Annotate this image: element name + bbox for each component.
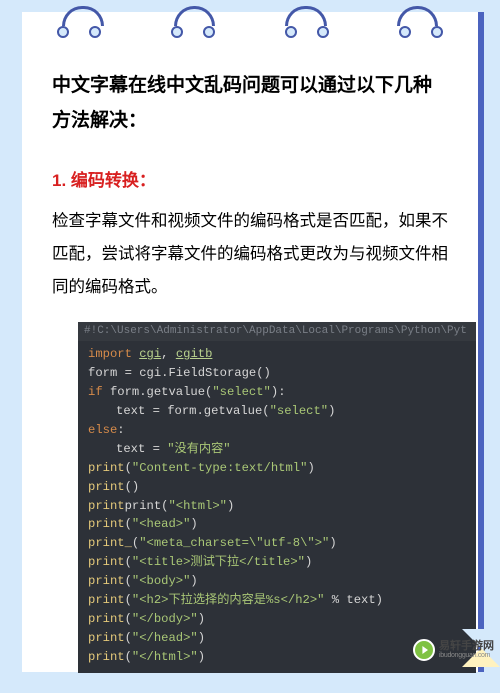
binding-holes [22,26,478,38]
content-area: 中文字幕在线中文乱码问题可以通过以下几种方法解决： 1. 编码转换： 检查字幕文… [22,12,478,693]
main-heading: 中文字幕在线中文乱码问题可以通过以下几种方法解决： [52,68,448,138]
code-body: import cgi, cgitb form = cgi.FieldStorag… [78,341,476,672]
watermark-url: ibudongguan.com [439,652,494,659]
watermark: 易轩手游网 ibudongguan.com [413,639,494,661]
notebook-card: 中文字幕在线中文乱码问题可以通过以下几种方法解决： 1. 编码转换： 检查字幕文… [22,12,478,672]
watermark-icon [413,639,435,661]
spiral-binding [22,4,478,28]
code-path: #!C:\Users\Administrator\AppData\Local\P… [78,322,476,341]
method-body: 检查字幕文件和视频文件的编码格式是否匹配，如果不匹配，尝试将字幕文件的编码格式更… [52,205,448,304]
code-block: #!C:\Users\Administrator\AppData\Local\P… [78,322,476,672]
method-title: 1. 编码转换： [52,166,448,191]
watermark-name: 易轩手游网 [439,641,494,652]
